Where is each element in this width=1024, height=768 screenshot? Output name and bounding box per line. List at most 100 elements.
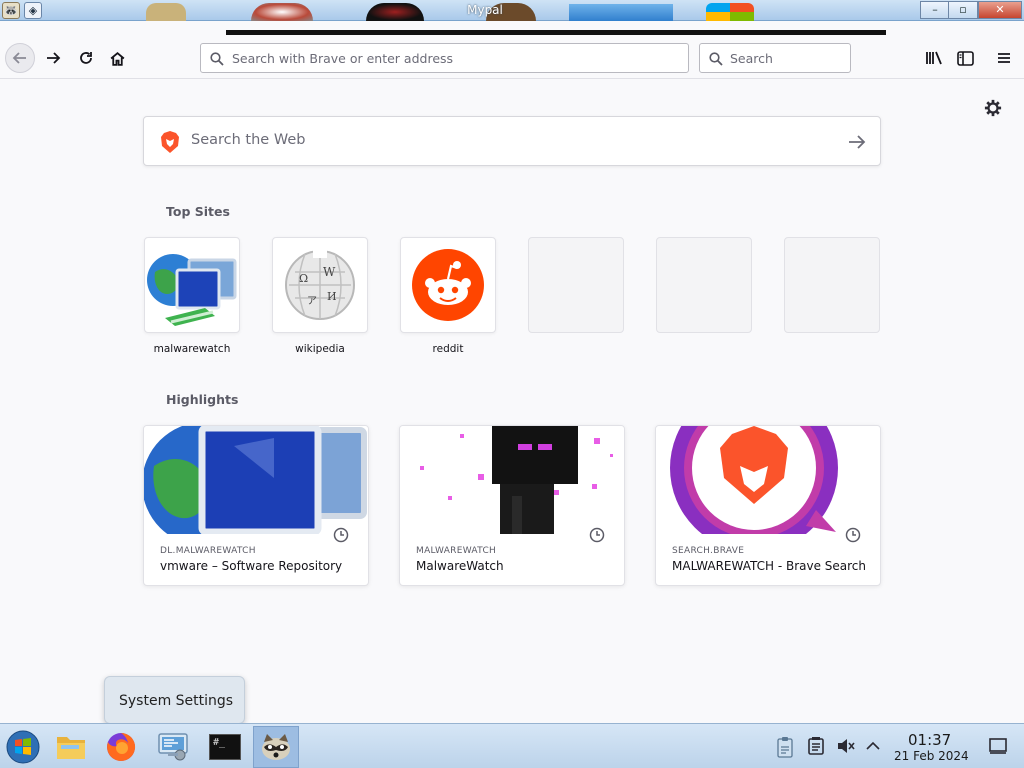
top-site-placeholder-tile[interactable] — [528, 237, 624, 333]
web-search-box[interactable]: Search the Web — [143, 116, 881, 166]
clock-icon — [584, 522, 610, 548]
folder-icon — [57, 737, 85, 759]
window-titlebar[interactable]: 🦝 ◈ Mypal – ▫ ✕ — [0, 0, 1024, 21]
top-site-label: malwarewatch — [153, 343, 231, 355]
gear-icon[interactable] — [984, 99, 1002, 117]
wikipedia-globe-icon: Ω W И ア — [285, 248, 355, 320]
search-icon — [709, 52, 723, 66]
home-button[interactable] — [102, 43, 132, 73]
tab-strip-bar — [226, 30, 886, 35]
highlight-card[interactable]: DL.MALWAREWATCH vmware – Software Reposi… — [143, 425, 369, 586]
back-button[interactable] — [5, 43, 35, 73]
highlight-thumbnail — [144, 426, 368, 534]
reload-icon — [80, 52, 92, 64]
terminal-icon: #_ — [209, 734, 241, 760]
clock-icon — [328, 522, 354, 548]
top-site-wikipedia[interactable]: Ω W И ア wikipedia — [272, 237, 368, 355]
top-site-label: reddit — [432, 343, 464, 355]
thumb-6 — [706, 3, 754, 21]
close-button[interactable]: ✕ — [978, 1, 1022, 19]
minimize-button[interactable]: – — [920, 1, 950, 19]
hamburger-icon — [998, 53, 1010, 63]
svg-text:И: И — [327, 290, 337, 303]
brave-search-logo-icon — [656, 426, 880, 534]
thumb-5 — [569, 4, 673, 21]
tooltip: System Settings — [104, 676, 245, 724]
top-site-tile[interactable] — [400, 237, 496, 333]
arrow-right-icon — [47, 52, 61, 64]
mypal-raccoon-icon — [262, 734, 290, 760]
speaker-muted-icon[interactable] — [837, 738, 855, 754]
search-icon — [210, 52, 224, 66]
thumb-1 — [146, 3, 186, 21]
taskbar-firefox[interactable] — [98, 726, 144, 768]
top-site-label: wikipedia — [295, 343, 345, 355]
address-placeholder: Search with Brave or enter address — [232, 51, 454, 66]
svg-text:Ω: Ω — [299, 272, 308, 285]
sidebar-icon — [956, 50, 974, 66]
app-menu-icon[interactable]: 🦝 — [2, 2, 20, 19]
highlight-host: DL.MALWAREWATCH — [160, 546, 256, 556]
highlight-host: SEARCH.BRAVE — [672, 546, 745, 556]
firefox-icon — [107, 732, 136, 761]
svg-text:ア: ア — [307, 296, 317, 307]
highlight-title: MALWAREWATCH - Brave Search — [672, 559, 867, 573]
forward-button[interactable] — [38, 43, 68, 73]
system-settings-icon — [158, 733, 188, 761]
start-button[interactable] — [0, 726, 46, 768]
thumb-2 — [251, 3, 313, 21]
notes-tray-icon[interactable] — [808, 737, 824, 755]
highlight-title: vmware – Software Repository — [160, 559, 343, 573]
tooltip-text: System Settings — [119, 693, 234, 709]
highlight-card[interactable]: SEARCH.BRAVE MALWAREWATCH - Brave Search — [655, 425, 881, 586]
top-site-empty[interactable] — [784, 237, 880, 333]
top-site-malwarewatch[interactable]: malwarewatch — [144, 237, 240, 355]
highlight-host: MALWAREWATCH — [416, 546, 497, 556]
sidebar-button[interactable] — [950, 43, 980, 73]
address-bar[interactable]: Search with Brave or enter address — [200, 43, 689, 73]
chevron-up-icon[interactable] — [866, 741, 880, 751]
maximize-button[interactable]: ▫ — [948, 1, 978, 19]
highlight-card[interactable]: MALWAREWATCH MalwareWatch — [399, 425, 625, 586]
window-title: Mypal — [467, 3, 503, 17]
top-site-reddit[interactable]: reddit — [400, 237, 496, 355]
taskbar-system-settings[interactable] — [150, 726, 196, 768]
taskbar-mypal[interactable] — [253, 726, 299, 768]
home-icon — [110, 51, 124, 66]
library-icon — [926, 51, 942, 65]
top-site-empty[interactable] — [656, 237, 752, 333]
search-placeholder: Search — [730, 51, 773, 66]
highlight-thumbnail — [400, 426, 624, 534]
top-sites-heading: Top Sites — [166, 204, 230, 219]
search-bar[interactable]: Search — [699, 43, 851, 73]
clock-icon — [840, 522, 866, 548]
arrow-left-icon — [12, 52, 26, 64]
arrow-right-icon[interactable] — [848, 134, 866, 150]
nav-toolbar: Search with Brave or enter address Searc… — [0, 36, 1024, 79]
menu-button[interactable] — [989, 43, 1019, 73]
show-desktop-icon[interactable] — [989, 738, 1007, 754]
network-computers-icon — [147, 254, 237, 326]
svg-text:W: W — [323, 265, 336, 279]
highlight-thumbnail — [656, 426, 880, 534]
enderman-image-icon — [400, 426, 624, 534]
clock-date[interactable]: 21 Feb 2024 — [894, 749, 969, 763]
taskbar-terminal[interactable]: #_ — [202, 726, 248, 768]
top-site-placeholder-tile[interactable] — [656, 237, 752, 333]
taskbar: #_ 01:37 21 Feb 2024 — [0, 723, 1024, 768]
taskbar-file-manager[interactable] — [48, 726, 94, 768]
pin-icon[interactable]: ◈ — [24, 2, 42, 19]
top-site-tile[interactable] — [144, 237, 240, 333]
top-site-empty[interactable] — [528, 237, 624, 333]
reload-button[interactable] — [71, 43, 101, 73]
web-search-placeholder: Search the Web — [191, 132, 306, 148]
highlight-title: MalwareWatch — [416, 559, 504, 573]
windows-start-icon — [6, 730, 40, 764]
top-site-placeholder-tile[interactable] — [784, 237, 880, 333]
highlights-heading: Highlights — [166, 392, 239, 407]
top-site-tile[interactable]: Ω W И ア — [272, 237, 368, 333]
thumb-3 — [366, 3, 424, 21]
clipboard-tray-icon[interactable] — [776, 736, 794, 758]
clock-time[interactable]: 01:37 — [908, 731, 951, 749]
library-button[interactable] — [919, 43, 949, 73]
